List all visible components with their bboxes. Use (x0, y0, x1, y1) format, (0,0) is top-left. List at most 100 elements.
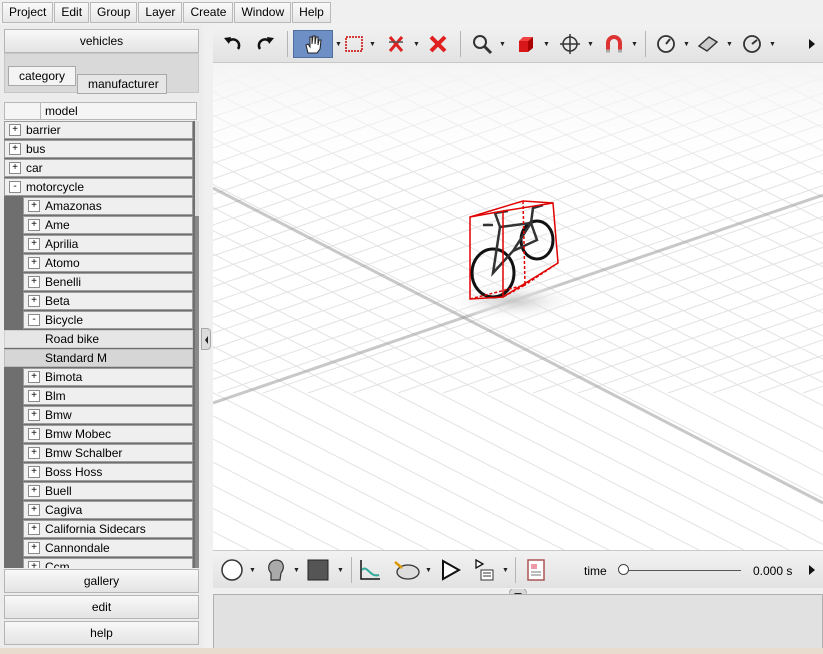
column-header[interactable]: model (4, 102, 197, 120)
expand-icon[interactable]: + (28, 371, 40, 383)
expand-icon[interactable]: + (28, 561, 40, 568)
menu-help[interactable]: Help (292, 2, 331, 23)
document-button[interactable] (521, 556, 551, 584)
tree-row[interactable]: - Bicycle (23, 311, 193, 329)
chevron-down-icon[interactable]: ▼ (683, 41, 690, 48)
tree-row[interactable]: + Atomo (23, 254, 193, 272)
tab-manufacturer[interactable]: manufacturer (77, 74, 167, 94)
tree-row[interactable]: Road bike (4, 330, 193, 348)
help-button[interactable]: help (4, 621, 199, 645)
tree-row[interactable]: + Blm (23, 387, 193, 405)
expand-icon[interactable]: + (28, 409, 40, 421)
tree-row[interactable]: + Buell (23, 482, 193, 500)
expand-icon[interactable]: + (28, 542, 40, 554)
tree-row[interactable]: + Benelli (23, 273, 193, 291)
toolbar-overflow-button[interactable] (805, 30, 819, 58)
color-swatch-button[interactable] (303, 556, 333, 584)
chevron-down-icon[interactable]: ▼ (502, 567, 509, 574)
expand-icon[interactable]: + (9, 143, 21, 155)
expand-icon[interactable]: + (28, 276, 40, 288)
tree-scrollbar[interactable] (195, 121, 199, 568)
graph-button[interactable] (355, 556, 385, 584)
tree-row[interactable]: + Bmw Mobec (23, 425, 193, 443)
3d-viewport[interactable] (213, 63, 823, 550)
tree-scrollbar-thumb[interactable] (195, 121, 199, 216)
plane-button[interactable] (693, 30, 723, 58)
chevron-down-icon[interactable]: ▼ (587, 41, 594, 48)
tree-row[interactable]: + car (4, 159, 193, 177)
tree-row[interactable]: - motorcycle (4, 178, 193, 196)
gallery-button[interactable]: gallery (4, 569, 199, 593)
cube-button[interactable] (511, 30, 541, 58)
expand-icon[interactable]: + (28, 485, 40, 497)
expand-icon[interactable]: + (28, 390, 40, 402)
compass-button[interactable] (651, 30, 681, 58)
expand-icon[interactable]: + (9, 124, 21, 136)
edit-button[interactable]: edit (4, 595, 199, 619)
expand-icon[interactable]: + (28, 428, 40, 440)
expand-icon[interactable]: + (28, 238, 40, 250)
collapse-panel-handle[interactable] (201, 328, 211, 350)
menu-edit[interactable]: Edit (54, 2, 90, 23)
tree-row[interactable]: + Amazonas (23, 197, 193, 215)
chevron-down-icon[interactable]: ▼ (425, 567, 432, 574)
chevron-down-icon[interactable]: ▼ (499, 41, 506, 48)
chevron-down-icon[interactable]: ▼ (249, 567, 256, 574)
tree-row[interactable]: + Ccm (23, 558, 193, 568)
expand-icon[interactable]: + (28, 466, 40, 478)
time-slider-track[interactable] (623, 570, 741, 571)
menu-window[interactable]: Window (234, 2, 292, 23)
sequence-button[interactable] (469, 556, 499, 584)
pan-tool-button[interactable] (293, 30, 333, 58)
expand-icon[interactable]: + (28, 504, 40, 516)
expand-icon[interactable]: + (28, 219, 40, 231)
menu-create[interactable]: Create (183, 2, 234, 23)
tree-row[interactable]: + bus (4, 140, 193, 158)
chevron-down-icon[interactable]: ▼ (369, 41, 376, 48)
chevron-down-icon[interactable]: ▼ (413, 41, 420, 48)
tree-row[interactable]: + Bmw Schalber (23, 444, 193, 462)
tree-row[interactable]: + Beta (23, 292, 193, 310)
expand-icon[interactable]: + (9, 162, 21, 174)
tree-row[interactable]: + Ame (23, 216, 193, 234)
chevron-down-icon[interactable]: ▼ (769, 41, 776, 48)
expand-icon[interactable]: + (28, 295, 40, 307)
menu-project[interactable]: Project (2, 2, 54, 23)
chevron-down-icon[interactable]: ▼ (631, 41, 638, 48)
collapse-icon[interactable]: - (28, 314, 40, 326)
circle-button[interactable] (217, 556, 247, 584)
head-button[interactable] (261, 556, 291, 584)
redo-button[interactable] (251, 30, 281, 58)
tab-category[interactable]: category (8, 66, 77, 86)
tree-row[interactable]: Standard M (4, 349, 193, 367)
select-rect-button[interactable] (339, 30, 369, 58)
chevron-down-icon[interactable]: ▼ (337, 567, 344, 574)
chevron-down-icon[interactable]: ▼ (543, 41, 550, 48)
chevron-down-icon[interactable]: ▼ (726, 41, 733, 48)
expand-icon[interactable]: + (28, 447, 40, 459)
tree-row[interactable]: + Cannondale (23, 539, 193, 557)
tree-row[interactable]: + Aprilia (23, 235, 193, 253)
delete-button[interactable] (423, 30, 453, 58)
time-slider-knob[interactable] (618, 564, 629, 575)
play-button[interactable] (435, 556, 465, 584)
expand-icon[interactable]: + (28, 257, 40, 269)
move-button[interactable] (555, 30, 585, 58)
expand-icon[interactable]: + (28, 200, 40, 212)
tree-row[interactable]: + Boss Hoss (23, 463, 193, 481)
pig-button[interactable] (389, 556, 425, 584)
chevron-down-icon[interactable]: ▼ (293, 567, 300, 574)
vehicles-button[interactable]: vehicles (4, 29, 199, 53)
magnet-button[interactable] (599, 30, 629, 58)
bottom-toolbar-overflow-button[interactable] (805, 556, 819, 584)
tree-row[interactable]: + barrier (4, 121, 193, 139)
tree-row[interactable]: + California Sidecars (23, 520, 193, 538)
zoom-button[interactable] (467, 30, 497, 58)
undo-button[interactable] (217, 30, 247, 58)
dial-button[interactable] (737, 30, 767, 58)
collapse-icon[interactable]: - (9, 181, 21, 193)
tree-row[interactable]: + Cagiva (23, 501, 193, 519)
tree-row[interactable]: + Bimota (23, 368, 193, 386)
menu-group[interactable]: Group (90, 2, 138, 23)
tree-row[interactable]: + Bmw (23, 406, 193, 424)
